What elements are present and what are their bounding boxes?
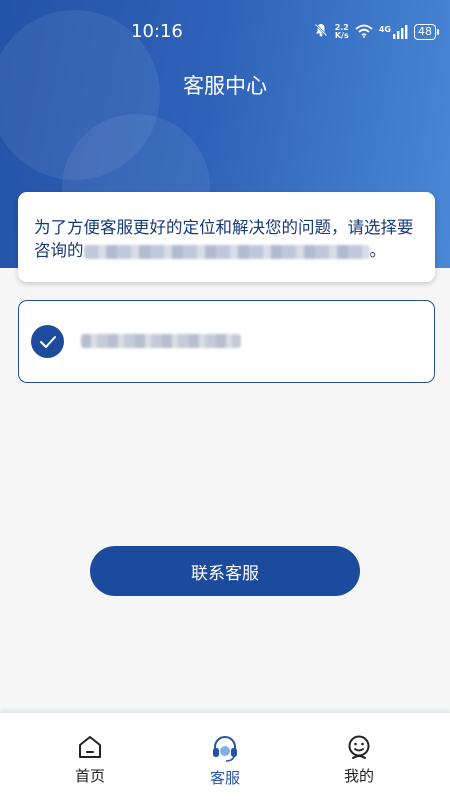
redacted-device-id: [81, 334, 241, 348]
net-speed-unit: K/s: [334, 31, 349, 40]
contact-service-button[interactable]: 联系客服: [90, 546, 360, 596]
nav-item-mine[interactable]: 我的: [314, 733, 404, 786]
cell-signal-icon: 4G: [379, 25, 408, 39]
device-option[interactable]: [18, 300, 435, 383]
home-icon: [79, 736, 101, 758]
battery-indicator: 48: [414, 24, 439, 40]
nav-label-service: 客服: [209, 769, 240, 787]
nav-label-home: 首页: [74, 767, 105, 785]
status-icons: 2.2 K/s 4G 48: [313, 22, 439, 42]
check-icon[interactable]: [31, 325, 64, 358]
page-title: 客服中心: [183, 74, 267, 98]
headset-icon: [213, 736, 237, 762]
nav-item-home[interactable]: 首页: [45, 733, 135, 786]
notice-text-end: 。: [369, 241, 387, 260]
notice-card: 为了方便客服更好的定位和解决您的问题，请选择要咨询的。: [18, 192, 435, 282]
status-bar: 10:16 2.2 K/s 4G 48: [0, 18, 450, 48]
signal-label: 4G: [378, 25, 391, 34]
redacted-text: [83, 244, 370, 259]
smile-user-icon: [348, 735, 370, 759]
bottom-nav: 首页 客服 我的: [0, 712, 450, 801]
wifi-icon: [355, 23, 373, 42]
nav-item-service[interactable]: 客服: [180, 733, 270, 788]
net-speed: 2.2 K/s: [335, 24, 349, 40]
nav-label-mine: 我的: [343, 767, 374, 785]
status-time: 10:16: [131, 21, 183, 42]
mute-bell-icon: [313, 22, 329, 42]
